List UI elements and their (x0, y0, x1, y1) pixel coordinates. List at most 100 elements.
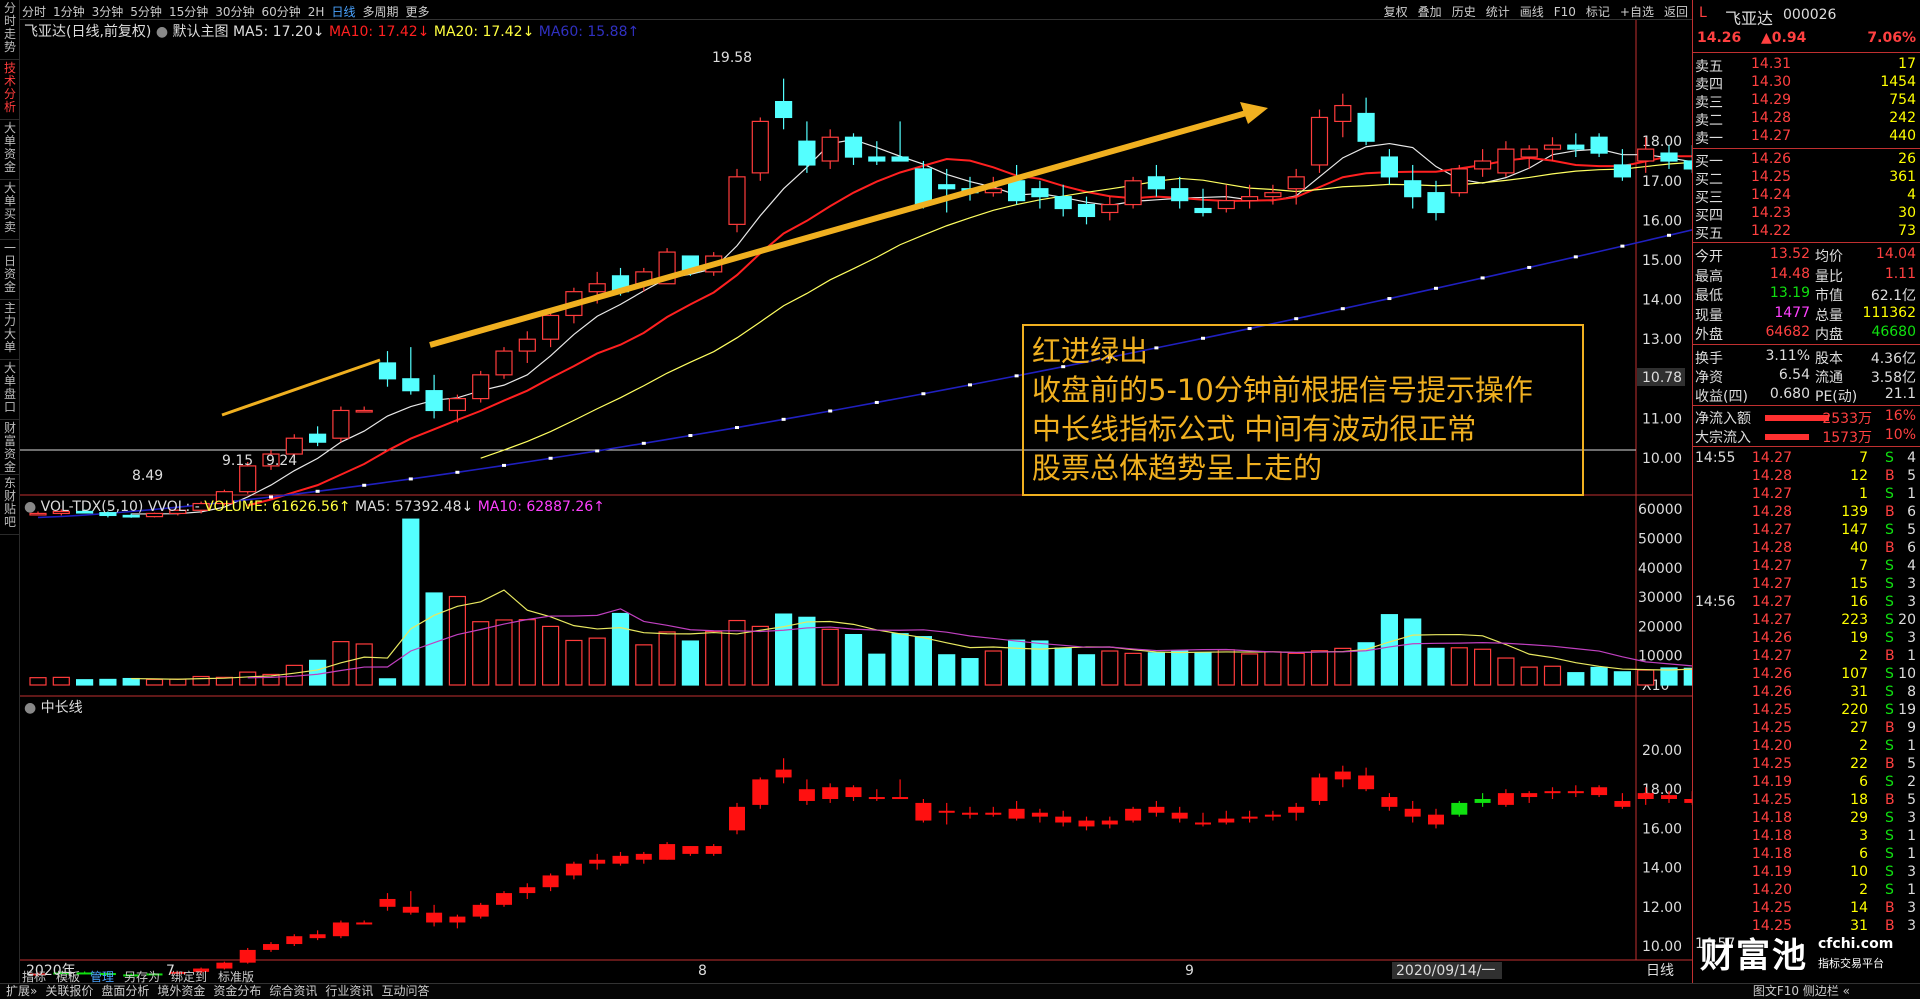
indicator-candle (496, 893, 512, 905)
price-change-pct: 7.06% (1867, 30, 1916, 46)
candle (1637, 148, 1655, 162)
footer-bar: 扩展» 关联报价 盘面分析 境外资金 资金分布 综合资讯 行业资讯 互动问答 图文F10 侧边… (0, 983, 1920, 999)
trade-side: S (1885, 630, 1894, 646)
volume-bar (844, 634, 863, 686)
indicator-candle (985, 812, 1002, 815)
indicator-candle (822, 787, 839, 799)
trade-side: S (1885, 864, 1894, 880)
candle (1240, 196, 1259, 202)
volume-bar (1007, 639, 1026, 686)
volume-bar (541, 625, 560, 686)
candle (1473, 160, 1492, 170)
volume-bar (1310, 650, 1329, 686)
trade-volume: 10 (1850, 864, 1868, 880)
indicator-candle (1101, 820, 1118, 825)
indicator-candle (1195, 822, 1211, 825)
trade-side: S (1885, 522, 1894, 538)
footer-tab[interactable]: 盘面分析 (101, 984, 149, 998)
trade-volume: 40 (1850, 540, 1868, 556)
candle (1660, 152, 1678, 162)
indicator-candle (752, 779, 769, 805)
period-label[interactable]: 日线 (1646, 963, 1674, 979)
flow-bar (1765, 434, 1809, 440)
template-tab[interactable]: 绑定到 (171, 969, 207, 983)
trade-price: 14.27 (1751, 450, 1792, 466)
price-marker: 9.24 (266, 453, 297, 469)
footer-tab[interactable]: 境外资金 (157, 984, 205, 998)
template-tab[interactable]: 标准版 (218, 970, 254, 983)
candle (1567, 144, 1585, 150)
template-tab[interactable]: 模板 (56, 970, 80, 983)
volume-bar (1637, 669, 1655, 686)
price-tick: 18.00 (1642, 134, 1682, 150)
trade-volume: 1 (1859, 486, 1868, 502)
indicator-candle (1288, 806, 1305, 813)
stock-code: 000026 (1783, 7, 1837, 23)
ma60-dot (1527, 265, 1532, 269)
trade-count: 4 (1907, 450, 1916, 466)
flow-value: 2533万 (1822, 411, 1872, 427)
template-tab[interactable]: 管理 (90, 969, 114, 983)
bid-price: 14.25 (1751, 169, 1792, 185)
stat-label: 现量 (1695, 307, 1723, 324)
ma60-dot (874, 400, 879, 404)
trade-side: S (1885, 882, 1894, 898)
volume-bar (1194, 652, 1212, 686)
candle (518, 338, 536, 352)
ask-volume: 1454 (1880, 74, 1916, 90)
stat-value: 46680 (1871, 324, 1916, 340)
fund-value: 3.58亿 (1870, 370, 1916, 386)
footer-tab[interactable]: 关联报价 (45, 984, 93, 998)
template-tab[interactable]: 指标 (22, 969, 46, 983)
candle (751, 120, 769, 174)
trade-count: 5 (1907, 792, 1916, 808)
volume-tick: 40000 (1638, 561, 1683, 577)
trade-volume: 16 (1850, 594, 1868, 610)
trade-volume: 7 (1859, 450, 1868, 466)
trade-price: 14.19 (1751, 864, 1792, 880)
trade-count: 3 (1907, 630, 1916, 646)
indicator-candle (589, 859, 606, 864)
template-tab[interactable]: 另存为 (124, 970, 160, 983)
indicator-candle (1264, 814, 1281, 817)
volume-header: ● VOL-TDX(5,10) VVOL: - VOLUME: 61626.56… (24, 499, 605, 515)
annotation-line-1: 红进绿出 (1032, 334, 1149, 368)
indicator-candle (938, 810, 955, 813)
ma60-dot (1434, 286, 1438, 290)
trade-side: S (1885, 684, 1894, 700)
volume-tick: 10000 (1638, 649, 1683, 665)
footer-tab[interactable]: 资金分布 (213, 984, 261, 998)
footer-tab[interactable]: 行业资讯 (325, 984, 373, 998)
candle (891, 156, 909, 162)
trade-side: B (1885, 504, 1895, 520)
bid-volume: 30 (1898, 205, 1916, 221)
indicator-candle (1521, 793, 1538, 798)
trade-price: 14.27 (1751, 594, 1792, 610)
ma60-dot (1480, 276, 1485, 280)
footer-right[interactable]: 图文F10 侧边栏 « (1753, 984, 1850, 999)
indicator-candle (263, 944, 279, 950)
trade-count: 10 (1898, 666, 1916, 682)
indicator-candle (1218, 818, 1235, 823)
trade-count: 5 (1907, 468, 1916, 484)
footer-tab[interactable]: 综合资讯 (269, 984, 317, 998)
trade-price: 14.25 (1751, 702, 1792, 718)
footer-tab[interactable]: 扩展» (6, 984, 37, 998)
trade-price: 14.26 (1751, 630, 1792, 646)
footer-tabs: 扩展» 关联报价 盘面分析 境外资金 资金分布 综合资讯 行业资讯 互动问答 (2, 984, 433, 999)
ask-volume: 17 (1898, 56, 1916, 72)
candle (378, 362, 397, 380)
ask-label: 卖五 (1695, 59, 1723, 75)
fund-label: PE(动) (1815, 389, 1858, 405)
trade-volume: 6 (1859, 846, 1868, 862)
volume-tick: 30000 (1638, 590, 1683, 606)
footer-tab[interactable]: 互动问答 (381, 984, 429, 998)
volume-bar (1147, 652, 1166, 686)
indicator-candle (612, 855, 629, 864)
indicator-candle (1428, 814, 1444, 825)
fund-value: 0.680 (1769, 386, 1810, 402)
candle (1217, 200, 1235, 210)
volume-bar (705, 630, 723, 686)
ma60-dot (502, 463, 506, 467)
bid-volume: 26 (1898, 151, 1916, 167)
